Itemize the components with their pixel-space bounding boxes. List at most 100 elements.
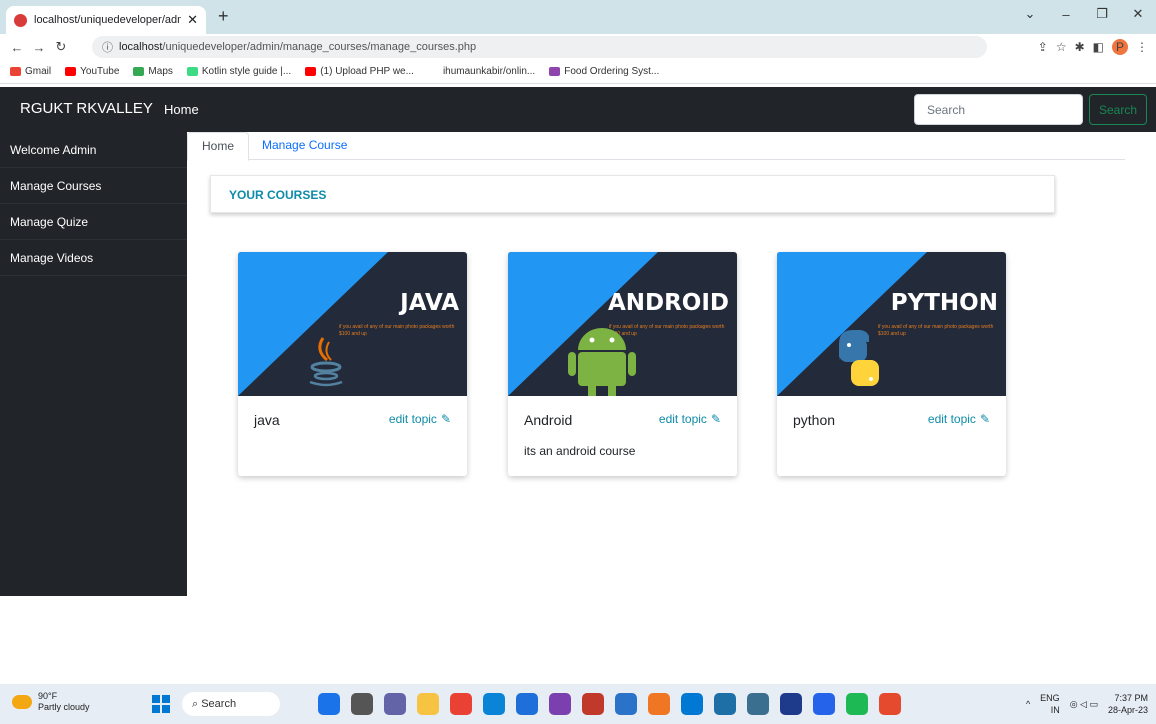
edit-topic-link[interactable]: edit topic ✎ xyxy=(928,412,990,426)
bookmark-upload-php[interactable]: (1) Upload PHP we... xyxy=(305,66,414,77)
bing-icon[interactable] xyxy=(318,693,340,715)
app-icon[interactable] xyxy=(780,693,802,715)
course-thumbnail: JAVA if you avail of any of our main pho… xyxy=(238,252,467,396)
search-button[interactable]: Search xyxy=(1089,94,1147,125)
tab-manage-course[interactable]: Manage Course xyxy=(262,138,347,152)
restore-icon[interactable]: ❐ xyxy=(1084,6,1120,22)
gmail-icon xyxy=(10,67,21,76)
course-thumbnail: ANDROID if you avail of any of our main … xyxy=(508,252,737,396)
course-description: its an android course xyxy=(524,444,636,458)
bookmark-gmail[interactable]: Gmail xyxy=(10,66,51,77)
tab-search-icon[interactable]: ⌄ xyxy=(1012,6,1048,22)
tab-title: localhost/uniquedeveloper/adm xyxy=(34,14,182,26)
course-card-android[interactable]: ANDROID if you avail of any of our main … xyxy=(508,252,737,476)
app-icon[interactable] xyxy=(549,693,571,715)
file-explorer-icon[interactable] xyxy=(417,693,439,715)
sidepanel-icon[interactable]: ◧ xyxy=(1093,40,1104,54)
new-tab-icon[interactable]: + xyxy=(218,6,229,27)
system-tray: ^ ENG IN ◎ ◁ ▭ 7:37 PM 28-Apr-23 xyxy=(1026,692,1148,716)
task-view-icon[interactable] xyxy=(351,693,373,715)
link-icon xyxy=(549,67,561,76)
store-icon[interactable] xyxy=(516,693,538,715)
bookmark-maps[interactable]: Maps xyxy=(133,66,173,77)
pencil-icon: ✎ xyxy=(440,412,451,426)
info-icon[interactable]: ⓘ xyxy=(102,39,113,55)
chevron-up-icon[interactable]: ^ xyxy=(1026,699,1030,709)
breadcrumb: Home Manage Course xyxy=(187,132,1125,161)
partly-cloudy-icon xyxy=(12,695,32,709)
maps-icon xyxy=(133,67,145,76)
course-card-python[interactable]: PYTHON if you avail of any of our main p… xyxy=(777,252,1006,476)
pencil-icon: ✎ xyxy=(979,412,990,426)
course-thumbnail: PYTHON if you avail of any of our main p… xyxy=(777,252,1006,396)
windows-start-icon[interactable] xyxy=(152,695,170,713)
edit-topic-link[interactable]: edit topic ✎ xyxy=(659,412,721,426)
weather-widget[interactable]: 90°F Partly cloudy xyxy=(12,691,90,713)
share-icon[interactable]: ⇪ xyxy=(1038,40,1048,54)
language-indicator[interactable]: ENG IN xyxy=(1040,692,1060,716)
reload-icon[interactable]: ↻ xyxy=(50,39,72,55)
blank-page-icon xyxy=(427,67,439,76)
course-card-java[interactable]: JAVA if you avail of any of our main pho… xyxy=(238,252,467,476)
bookmarks-bar: Gmail YouTube Maps Kotlin style guide |.… xyxy=(0,60,1156,84)
window-controls: ⌄ – ❐ ✕ xyxy=(1012,0,1156,28)
notepad-icon[interactable] xyxy=(714,693,736,715)
course-name: python xyxy=(793,412,836,428)
chrome-icon[interactable] xyxy=(450,693,472,715)
nav-home-link[interactable]: Home xyxy=(164,102,199,117)
taskbar-search[interactable]: ⌕ Search xyxy=(182,692,280,716)
extensions-icon[interactable]: ✱ xyxy=(1075,40,1085,54)
bookmark-youtube[interactable]: YouTube xyxy=(65,66,119,77)
sidebar-item-welcome[interactable]: Welcome Admin xyxy=(0,132,187,168)
android-logo-icon xyxy=(568,328,636,396)
chrome-profile-icon[interactable] xyxy=(879,693,901,715)
android-icon xyxy=(186,67,198,76)
todo-icon[interactable] xyxy=(813,693,835,715)
browser-toolbar: ← → ↻ ⓘ localhost /uniquedeveloper/admin… xyxy=(0,34,1156,60)
sidebar-item-manage-videos[interactable]: Manage Videos xyxy=(0,240,187,276)
close-window-icon[interactable]: ✕ xyxy=(1120,6,1156,22)
vscode-icon[interactable] xyxy=(681,693,703,715)
weather-condition: Partly cloudy xyxy=(38,702,90,712)
pencil-icon: ✎ xyxy=(710,412,721,426)
edge-icon[interactable] xyxy=(483,693,505,715)
app-navbar: RGUKT RKVALLEY Home Search xyxy=(0,87,1156,132)
edit-topic-link[interactable]: edit topic ✎ xyxy=(389,412,451,426)
tab-home[interactable]: Home xyxy=(187,132,250,161)
weather-temp: 90°F xyxy=(38,691,58,701)
browser-tab-bar: localhost/uniquedeveloper/adm ✕ + ⌄ – ❐ … xyxy=(0,0,1156,34)
sidebar: Welcome Admin Manage Courses Manage Quiz… xyxy=(0,132,187,596)
bookmark-food-ordering[interactable]: Food Ordering Syst... xyxy=(549,66,659,77)
tab-close-icon[interactable]: ✕ xyxy=(187,12,198,28)
java-logo-icon xyxy=(309,337,343,387)
menu-icon[interactable]: ⋮ xyxy=(1136,40,1148,54)
bookmark-github[interactable]: ihumaunkabir/onlin... xyxy=(427,66,535,77)
tab-favicon-icon xyxy=(14,13,27,27)
back-icon[interactable]: ← xyxy=(6,40,28,55)
brand[interactable]: RGUKT RKVALLEY xyxy=(20,100,153,117)
network-volume-battery-icon[interactable]: ◎ ◁ ▭ xyxy=(1070,699,1098,710)
clock[interactable]: 7:37 PM 28-Apr-23 xyxy=(1108,692,1148,716)
address-bar[interactable]: ⓘ localhost /uniquedeveloper/admin/manag… xyxy=(92,36,987,58)
search-input[interactable] xyxy=(914,94,1083,125)
course-name: Android xyxy=(524,412,573,428)
url-host: localhost xyxy=(119,41,163,53)
sidebar-item-manage-courses[interactable]: Manage Courses xyxy=(0,168,187,204)
bookmark-kotlin[interactable]: Kotlin style guide |... xyxy=(186,66,291,77)
app-icon[interactable] xyxy=(747,693,769,715)
help-icon[interactable] xyxy=(615,693,637,715)
windows-taskbar: 90°F Partly cloudy ⌕ Search ^ ENG IN ◎ ◁ … xyxy=(0,684,1156,724)
teams-icon[interactable] xyxy=(384,693,406,715)
bookmark-star-icon[interactable]: ☆ xyxy=(1056,40,1067,54)
sidebar-item-manage-quize[interactable]: Manage Quize xyxy=(0,204,187,240)
firefox-icon[interactable] xyxy=(648,693,670,715)
profile-avatar[interactable]: P xyxy=(1112,39,1128,55)
forward-icon[interactable]: → xyxy=(28,40,50,55)
spotify-icon[interactable] xyxy=(846,693,868,715)
browser-tab[interactable]: localhost/uniquedeveloper/adm ✕ xyxy=(6,6,206,34)
mcafee-icon[interactable] xyxy=(582,693,604,715)
python-logo-icon xyxy=(839,329,879,386)
taskbar-apps xyxy=(318,693,901,715)
page-title: YOUR COURSES xyxy=(210,175,1055,213)
minimize-icon[interactable]: – xyxy=(1048,7,1084,22)
